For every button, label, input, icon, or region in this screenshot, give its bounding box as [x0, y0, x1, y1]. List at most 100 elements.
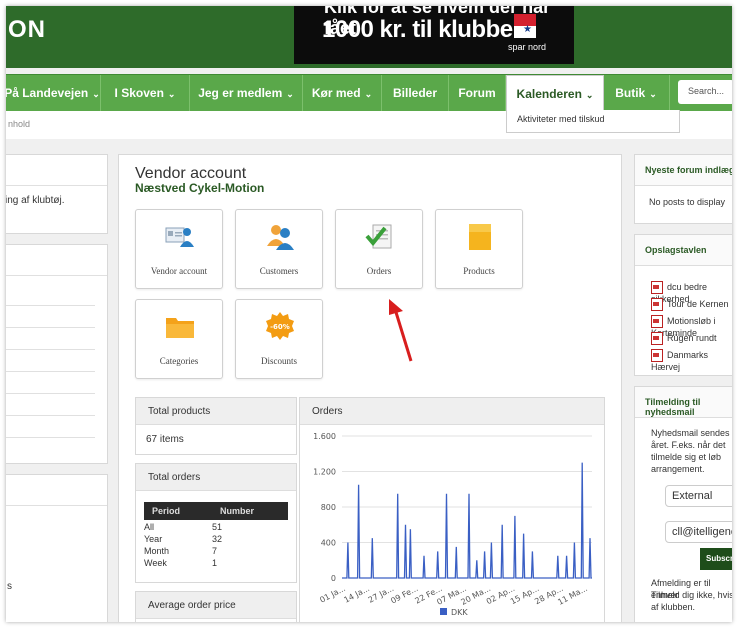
board-title: Opslagstavlen [645, 245, 707, 255]
y-tick-label: 0 [331, 574, 336, 583]
pdf-icon [651, 349, 663, 362]
products-box-icon [469, 224, 491, 250]
vendor-card-icon [165, 227, 194, 247]
site-header: ON Klik for at se hvem der har fået 1000… [6, 6, 732, 68]
chevron-down-icon: ⌄ [286, 89, 294, 99]
forum-panel: Nyeste forum indlæg No posts to display [634, 154, 732, 224]
nav-label: På Landevejen [6, 86, 89, 100]
pdf-icon [651, 281, 663, 294]
pdf-icon [651, 332, 663, 345]
tile-orders[interactable]: Orders [335, 209, 423, 289]
nav-label: Jeg er medlem [198, 86, 283, 100]
board-link[interactable]: Tour de Kernen [651, 298, 729, 311]
chevron-down-icon: ⌄ [364, 89, 373, 99]
search-input[interactable]: Search... [678, 80, 732, 104]
newsletter-line: året. F.eks. når det [651, 440, 726, 450]
email-field[interactable]: cll@itelligence [665, 521, 732, 543]
newsletter-footer-line: Tilmeld dig ikke, hvis [651, 590, 732, 600]
browser-frame: ON Klik for at se hvem der har fået 1000… [6, 6, 732, 622]
subscribe-button[interactable]: Subscribe [700, 548, 732, 570]
tile-label: Discounts [261, 356, 297, 366]
table-row: Month 7 [144, 546, 218, 556]
tile-label: Orders [366, 266, 392, 276]
main-nav: På Landevejen ⌄ I Skoven ⌄ Jeg er medlem ⌄ … [6, 74, 732, 113]
customers-icon [267, 225, 294, 250]
tile-products[interactable]: Products [435, 209, 523, 289]
board-link[interactable]: Danmarks Hærvej [651, 349, 732, 372]
search-placeholder: Search... [688, 86, 725, 96]
y-tick-label: 800 [321, 503, 336, 512]
nav-label: I Skoven [114, 86, 164, 100]
total-products-label: Total products [148, 406, 211, 417]
spar-nord-logo-icon: ★ [514, 14, 536, 38]
tile-categories[interactable]: Categories [135, 299, 223, 379]
tile-label: Categories [159, 356, 199, 366]
orders-chart-box: Orders 0 400 800 1.200 1.600 01 Ja... 14 Ja...… [299, 397, 605, 622]
nav-label: Kalenderen [516, 87, 582, 101]
newsletter-title: Tilmelding til nyhedsmail [645, 397, 701, 417]
left-panel-bottom-text: s [7, 581, 12, 592]
tile-customers[interactable]: Customers [235, 209, 323, 289]
breadcrumb-text: nhold [8, 119, 31, 129]
vendor-account-panel: Vendor account Næstved Cykel-Motion Vend… [118, 154, 622, 622]
nav-item-koer-med[interactable]: Kør med ⌄ [303, 75, 382, 111]
categories-folder-icon [166, 318, 194, 338]
kalenderen-dropdown: Aktiviteter med tilskud [506, 110, 680, 133]
tile-vendor-account[interactable]: Vendor account [135, 209, 223, 289]
total-products-value: 67 items [146, 434, 184, 445]
sponsor-banner[interactable]: Klik for at se hvem der har fået 1000 kr… [294, 6, 574, 64]
discount-badge-text: -60% [270, 323, 290, 331]
total-products-box: Total products 67 items [135, 397, 297, 455]
tile-discounts[interactable]: -60% Discounts [235, 299, 323, 379]
legend-label: DKK [451, 608, 468, 617]
left-panel-3: s [6, 474, 108, 622]
number-header: Number [220, 506, 255, 516]
orders-chart: 04008001.2001.60001 Ja...14 Ja...27 Ja..… [313, 432, 592, 617]
chart-title: Orders [312, 406, 343, 417]
table-row: Week 1 [144, 558, 218, 568]
chevron-down-icon: ⌄ [92, 89, 100, 99]
chevron-down-icon: ⌄ [167, 89, 176, 99]
nav-item-billeder[interactable]: Billeder [382, 75, 449, 111]
pdf-icon [651, 298, 663, 311]
table-row: Year 32 [144, 534, 223, 544]
chevron-down-icon: ⌄ [649, 89, 657, 99]
y-tick-label: 1.600 [313, 432, 336, 441]
left-panel-2 [6, 244, 108, 464]
average-order-box: Average order price [135, 591, 297, 622]
nav-item-i-skoven[interactable]: I Skoven ⌄ [101, 75, 190, 111]
nav-item-jeg-er-medlem[interactable]: Jeg er medlem ⌄ [190, 75, 303, 111]
nav-item-paa-landevejen[interactable]: På Landevejen ⌄ [6, 75, 101, 111]
nav-item-kalenderen[interactable]: Kalenderen ⌄ [506, 75, 604, 113]
tile-label: Vendor account [150, 266, 208, 276]
tile-label: Products [463, 266, 495, 276]
total-orders-label: Total orders [148, 472, 201, 483]
left-panel-text: ing af klubtøj. [6, 195, 65, 206]
nav-item-forum[interactable]: Forum [449, 75, 506, 111]
newsletter-list-select[interactable]: External [665, 485, 732, 507]
pdf-icon [651, 315, 663, 328]
nav-item-butik[interactable]: Butik ⌄ [603, 75, 670, 111]
newsletter-line: arrangement. [651, 464, 705, 474]
newsletter-panel: Tilmelding til nyhedsmail Nyhedsmail sen… [634, 386, 732, 622]
site-logo[interactable]: ON [8, 16, 46, 44]
nav-label: Butik [615, 86, 646, 100]
newsletter-footer-line: af klubben. [651, 602, 696, 612]
dropdown-item-aktiviteter[interactable]: Aktiviteter med tilskud [517, 114, 605, 124]
y-tick-label: 400 [321, 539, 336, 548]
legend-swatch [440, 608, 447, 615]
series-line-dkk [342, 462, 592, 579]
left-panel-1: ing af klubtøj. [6, 154, 108, 234]
tile-label: Customers [259, 266, 299, 276]
board-panel: Opslagstavlen dcu bedre sikkerhed Tour d… [634, 234, 732, 376]
discount-badge-icon: -60% [266, 312, 294, 340]
banner-main-text: 1000 kr. til klubben [322, 16, 527, 43]
board-link[interactable]: Rügen rundt [651, 332, 717, 345]
y-tick-label: 1.200 [313, 468, 336, 477]
average-order-label: Average order price [148, 600, 236, 611]
forum-empty-text: No posts to display [649, 197, 726, 207]
period-header: Period [152, 506, 181, 516]
nav-label: Kør med [311, 86, 361, 100]
total-orders-box: Total orders Period Number All 51 Year 32 … [135, 463, 297, 583]
table-row: All 51 [144, 522, 223, 532]
